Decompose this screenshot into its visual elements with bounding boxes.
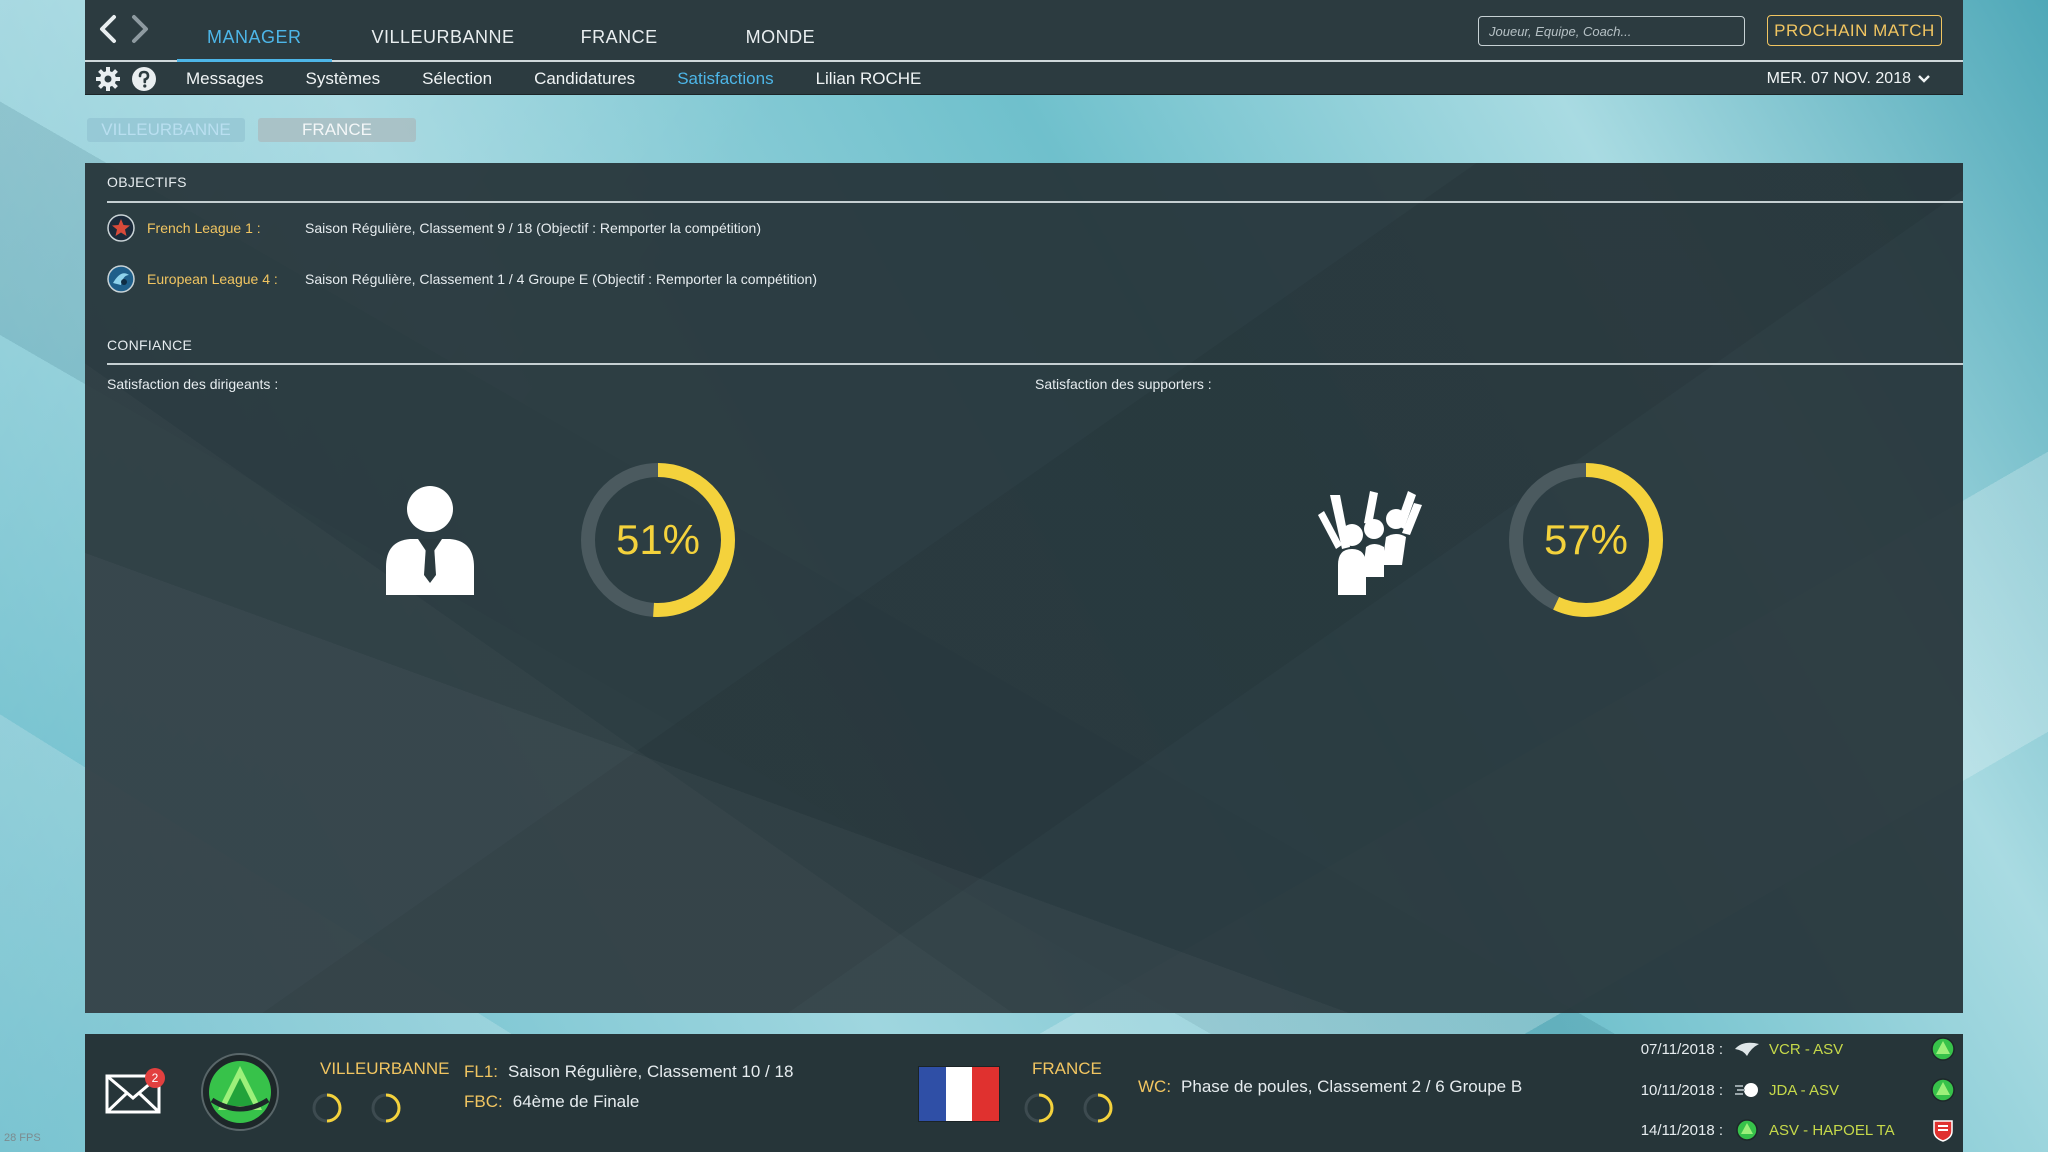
date-selector[interactable]: MER. 07 NOV. 2018 — [1767, 62, 1931, 95]
club-fans-mini-gauge — [371, 1093, 401, 1123]
search-input[interactable] — [1478, 16, 1745, 46]
club-crest-small-icon — [1931, 1037, 1955, 1061]
fixture-match: VCR - ASV — [1769, 1040, 1844, 1058]
forward-arrow-icon[interactable] — [127, 14, 153, 44]
sub-tabs: Messages Systèmes Sélection Candidatures… — [165, 62, 942, 95]
nation-board-mini-gauge — [1024, 1093, 1054, 1123]
subtab-selection[interactable]: Sélection — [401, 62, 513, 95]
back-arrow-icon[interactable] — [95, 14, 121, 44]
club-name[interactable]: VILLEURBANNE — [320, 1059, 449, 1079]
supporters-crowd-icon — [1318, 491, 1422, 595]
tab-label: FRANCE — [580, 26, 658, 47]
opponent-logo-icon — [1733, 1038, 1761, 1060]
hapoel-crest-icon — [1933, 1120, 1953, 1142]
main-tabs: MANAGER VILLEURBANNE FRANCE MONDE — [177, 0, 846, 62]
club-competition-line: FBC: 64ème de Finale — [464, 1092, 639, 1112]
competition-key: WC: — [1138, 1077, 1172, 1096]
nation-competition-line: WC: Phase de poules, Classement 2 / 6 Gro… — [1138, 1077, 1522, 1097]
tab-label: MONDE — [745, 26, 816, 47]
objective-description: Saison Régulière, Classement 1 / 4 Group… — [305, 271, 818, 287]
club-crest-small-icon — [1931, 1078, 1955, 1102]
nation-name[interactable]: FRANCE — [1032, 1059, 1102, 1079]
fixture-row[interactable]: 10/11/2018 : JDA - ASV — [1635, 1076, 1955, 1104]
objectives-heading: OBJECTIFS — [107, 174, 187, 190]
fps-counter: 28 FPS — [4, 1132, 41, 1144]
context-tab-villeurbanne[interactable]: VILLEURBANNE — [87, 118, 245, 142]
france-flag-icon[interactable] — [918, 1066, 1000, 1122]
divider — [107, 363, 1963, 365]
tab-label: MANAGER — [207, 26, 302, 47]
sub-icons — [95, 66, 157, 92]
board-executive-icon — [386, 486, 474, 595]
competition-status: 64ème de Finale — [512, 1092, 640, 1111]
fixture-match: JDA - ASV — [1769, 1081, 1840, 1099]
club-board-mini-gauge — [312, 1093, 342, 1123]
fixture-row[interactable]: 07/11/2018 : VCR - ASV — [1635, 1035, 1955, 1063]
fixture-date: 14/11/2018 : — [1640, 1121, 1723, 1139]
top-navigation-bar: MANAGER VILLEURBANNE FRANCE MONDE PROCHA… — [85, 0, 1963, 62]
chevron-down-icon — [1918, 74, 1930, 83]
competition-link[interactable]: French League 1 : — [147, 220, 305, 236]
competition-status: Saison Régulière, Classement 10 / 18 — [508, 1062, 794, 1081]
satisfaction-panel: OBJECTIFS French League 1 : Saison Régul… — [85, 163, 1963, 1013]
next-match-button[interactable]: PROCHAIN MATCH — [1767, 15, 1942, 46]
tab-manager[interactable]: MANAGER — [177, 0, 332, 62]
fans-satisfaction-value: 57% — [1543, 516, 1629, 563]
unread-mail-badge: 2 — [145, 1068, 165, 1088]
confidence-heading: CONFIANCE — [107, 337, 193, 353]
competition-status: Phase de poules, Classement 2 / 6 Groupe… — [1181, 1077, 1523, 1096]
french-league-badge-icon — [107, 214, 135, 242]
objective-description: Saison Régulière, Classement 9 / 18 (Obj… — [305, 220, 761, 236]
context-tab-france[interactable]: FRANCE — [258, 118, 416, 142]
sub-navigation-bar: Messages Systèmes Sélection Candidatures… — [85, 62, 1963, 95]
club-crest-icon[interactable] — [200, 1052, 280, 1132]
current-date: MER. 07 NOV. 2018 — [1766, 69, 1911, 87]
settings-gear-icon[interactable] — [95, 66, 121, 92]
competition-link[interactable]: European League 4 : — [147, 271, 305, 287]
subtab-manager-profile[interactable]: Lilian ROCHE — [795, 62, 943, 95]
bottom-status-bar: 2 VILLEURBANNE FL1: Saison Régulière, Cla… — [85, 1034, 1963, 1152]
tab-france[interactable]: FRANCE — [545, 0, 698, 60]
objective-row: European League 4 : Saison Régulière, Cl… — [107, 265, 817, 293]
tab-villeurbanne[interactable]: VILLEURBANNE — [332, 0, 545, 60]
help-icon[interactable] — [131, 66, 157, 92]
subtab-satisfactions[interactable]: Satisfactions — [656, 62, 794, 95]
objective-row: French League 1 : Saison Régulière, Clas… — [107, 214, 761, 242]
competition-key: FL1: — [464, 1062, 499, 1081]
opponent-logo-icon — [1733, 1119, 1761, 1141]
club-competition-line: FL1: Saison Régulière, Classement 10 / 18 — [464, 1062, 793, 1082]
board-satisfaction-value: 51% — [615, 516, 701, 563]
subtab-applications[interactable]: Candidatures — [513, 62, 656, 95]
tab-label: VILLEURBANNE — [371, 26, 515, 47]
fixture-match: ASV - HAPOEL TA — [1769, 1121, 1895, 1139]
tab-monde[interactable]: MONDE — [698, 0, 846, 60]
fixture-date: 10/11/2018 : — [1640, 1081, 1723, 1099]
nation-fans-mini-gauge — [1083, 1093, 1113, 1123]
fans-satisfaction-label: Satisfaction des supporters : — [1035, 376, 1212, 392]
subtab-systems[interactable]: Systèmes — [284, 62, 401, 95]
fixture-row[interactable]: 14/11/2018 : ASV - HAPOEL TA — [1635, 1116, 1955, 1144]
european-league-badge-icon — [107, 265, 135, 293]
divider — [107, 201, 1963, 203]
opponent-logo-icon — [1733, 1079, 1761, 1101]
board-satisfaction-label: Satisfaction des dirigeants : — [107, 376, 279, 392]
subtab-messages[interactable]: Messages — [165, 62, 284, 95]
history-arrows — [95, 14, 153, 44]
competition-key: FBC: — [464, 1092, 503, 1111]
fixture-date: 07/11/2018 : — [1640, 1040, 1723, 1058]
